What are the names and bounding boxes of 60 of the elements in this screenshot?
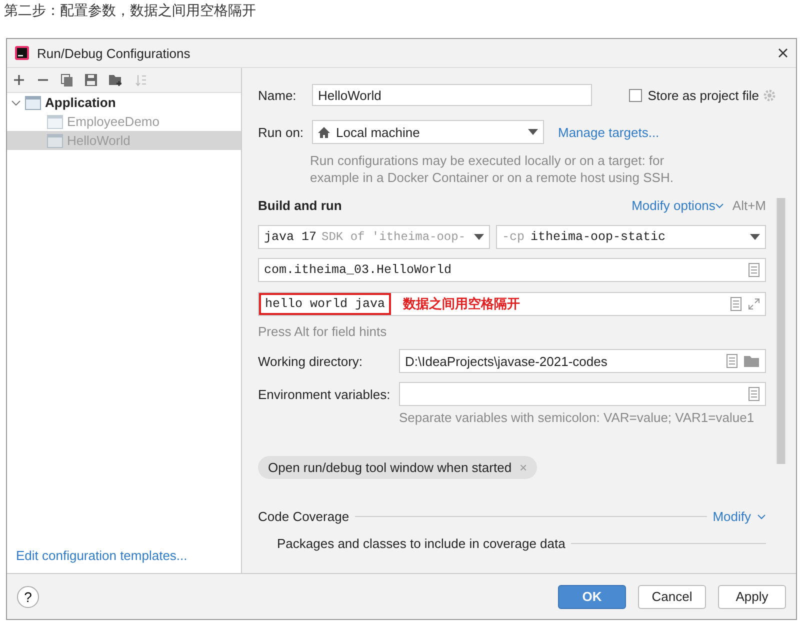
checkbox-label: Store as project file [648,88,759,102]
field-hint: Press Alt for field hints [258,324,388,339]
chevron-down-icon [715,202,724,208]
application-icon [25,96,41,110]
document-icon[interactable] [726,354,738,368]
environment-hint: Separate variables with semicolon: VAR=value; VAR1=value1 [399,410,756,425]
save-icon[interactable] [85,74,97,86]
copy-icon[interactable] [61,74,73,86]
jdk-dropdown[interactable]: java 17 SDK of 'itheima-oop- [258,225,490,249]
run-on-dropdown[interactable]: Local machine [312,120,544,144]
modify-options-link[interactable]: Modify options [632,198,716,213]
page-heading: 第二步：配置参数，数据之间用空格隔开 [4,3,256,19]
expand-icon[interactable] [748,298,760,310]
document-icon[interactable] [748,263,760,277]
program-arguments-field[interactable]: hello world java 数据之间用空格隔开 [258,292,766,316]
sort-icon[interactable] [135,74,148,86]
shortcut-hint: Alt+M [732,198,766,213]
working-directory-field[interactable]: D:\IdeaProjects\javase-2021-codes [399,349,766,373]
working-directory-label: Working directory: [258,354,364,368]
folder-icon[interactable] [744,355,760,367]
ok-button[interactable]: OK [558,584,626,608]
add-icon[interactable] [13,74,25,86]
caret-icon [528,129,538,135]
checkbox[interactable] [628,88,642,102]
annotation-text: 数据之间用空格隔开 [403,296,522,313]
chevron-down-icon [757,514,766,520]
close-icon[interactable] [778,48,788,58]
app-logo-icon [15,46,29,60]
folder-add-icon[interactable] [109,74,123,86]
help-button[interactable]: ? [17,586,39,608]
name-label: Name: [258,88,298,102]
edit-templates-link[interactable]: Edit configuration templates... [16,548,188,563]
modify-link[interactable]: Modify [712,509,751,524]
document-icon[interactable] [748,387,760,401]
class-icon [47,134,63,148]
environment-variables-field[interactable] [399,382,766,406]
class-icon [47,114,63,128]
caret-icon [750,234,760,240]
caret-icon [474,234,484,240]
subsection-title: Packages and classes to include in coverage data [277,536,566,551]
document-icon[interactable] [730,297,742,311]
manage-targets-link[interactable]: Manage targets... [558,124,660,140]
window-title: Run/Debug Configurations [37,46,192,60]
scrollbar[interactable] [776,198,786,464]
run-on-hint: Run configurations may be executed locally or on a target: for example in a Docker Container or on a remote host using SSH. [310,152,674,186]
section-title: Code Coverage [258,509,350,524]
classpath-dropdown[interactable]: -cp itheima-oop-static [496,225,766,249]
tree-item[interactable]: Application [7,93,241,112]
name-field[interactable]: HelloWorld [312,84,592,106]
gear-icon[interactable] [763,88,776,102]
home-icon [318,126,330,138]
option-chip[interactable]: Open run/debug tool window when started × [258,456,538,479]
chevron-down-icon [11,98,21,108]
section-title: Build and run [258,198,343,213]
environment-variables-label: Environment variables: [258,386,392,402]
main-class-field[interactable]: com.itheima_03.HelloWorld [258,258,766,282]
run-on-label: Run on: [258,124,305,140]
dialog-button[interactable]: Cancel [638,584,706,608]
highlighted-arguments: hello world java [259,293,392,315]
dialog-button[interactable]: Apply [718,584,786,608]
